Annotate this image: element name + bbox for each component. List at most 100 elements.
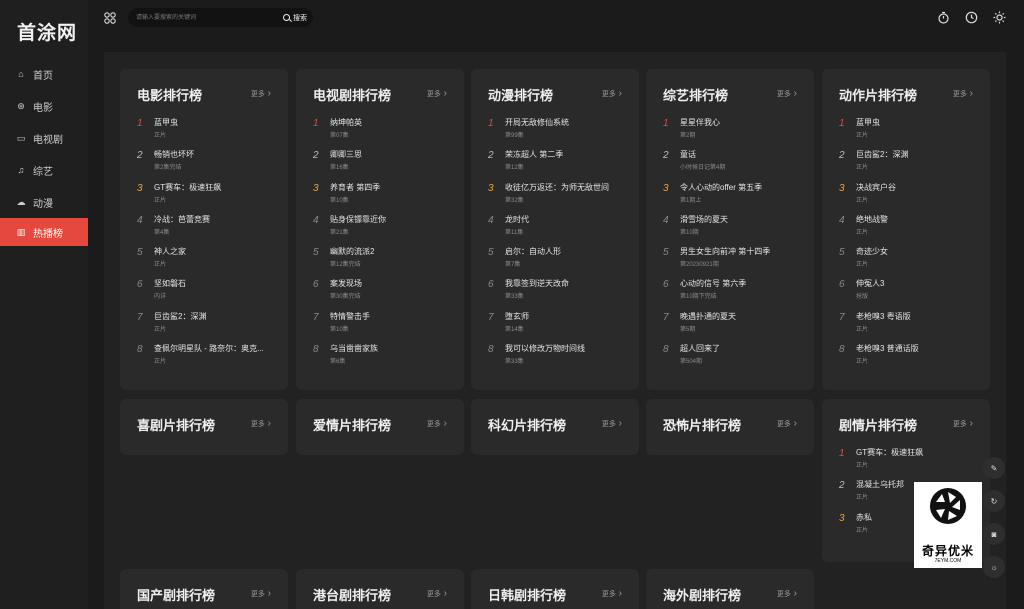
rank-item[interactable]: 7 晚遇扑通的夏天 第5期 [663, 311, 803, 343]
rank-subtitle: 第2期 [680, 133, 696, 139]
edit-icon[interactable]: ✎ [983, 457, 1005, 479]
rank-item[interactable]: 4 贴身保镖靠近你 第21集 [313, 214, 453, 246]
card-title: 科幻片排行榜 [488, 418, 567, 433]
history-clock-icon[interactable] [965, 11, 978, 24]
rank-item[interactable]: 8 我可以修改万物时间线 第33集 [488, 343, 628, 375]
rank-subtitle: 正片 [856, 197, 869, 204]
rank-item[interactable]: 1 星星伴我心 第2期 [663, 117, 803, 149]
rank-item[interactable]: 8 乌当凿凿家族 第6集 [313, 343, 453, 375]
rank-list: 1 纳坤帕英 第07集 2 卿卿三思 第16集 3 养育者 第四季 第10集 4 贴身保镖靠近你 第2… [313, 117, 453, 375]
sidebar-item-5[interactable]: ▥ 热播榜 [0, 218, 88, 246]
tv-icon: ▭ [16, 132, 26, 143]
more-link[interactable]: 更多 [777, 588, 797, 599]
rank-item[interactable]: 7 老枪嗅3 粤语版 正片 [839, 311, 979, 343]
rank-item[interactable]: 3 收徒亿万返还：为师无敌世间 第32集 [488, 182, 628, 214]
rank-item[interactable]: 4 龙时代 第11集 [488, 214, 628, 246]
rank-number: 3 [839, 512, 845, 524]
rank-number: 1 [839, 448, 845, 459]
more-link[interactable]: 更多 [427, 418, 447, 429]
rank-item[interactable]: 3 GT赛车：极速狂飙 正片 [137, 182, 277, 214]
rank-item[interactable]: 2 童话 小时候日记第4期 [663, 149, 803, 181]
more-link[interactable]: 更多 [251, 588, 271, 599]
rank-item[interactable]: 5 奇迹少女 正片 [839, 246, 979, 278]
more-link[interactable]: 更多 [777, 418, 797, 429]
rank-subtitle: 正片 [856, 262, 869, 269]
timer-icon[interactable] [937, 11, 950, 24]
rank-title: 案发现场 [330, 279, 362, 289]
more-link[interactable]: 更多 [602, 588, 622, 599]
rank-subtitle: 正片 [154, 133, 167, 139]
more-link[interactable]: 更多 [602, 88, 622, 99]
more-link[interactable]: 更多 [251, 88, 271, 99]
search-button[interactable]: 搜索 [283, 11, 307, 24]
apps-grid-icon[interactable] [104, 12, 116, 24]
rank-number: 3 [663, 182, 669, 194]
rank-item[interactable]: 1 蓝甲虫 正片 [839, 117, 979, 149]
search-input[interactable] [136, 11, 276, 24]
sidebar-item-1[interactable]: ⊛ 电影 [0, 90, 88, 122]
sidebar-item-label: 首页 [33, 70, 53, 82]
rank-item[interactable]: 6 我靠签到逆天改命 第33集 [488, 278, 628, 310]
sidebar-item-3[interactable]: ♫ 综艺 [0, 154, 88, 186]
sidebar-item-4[interactable]: ☁ 动漫 [0, 186, 88, 218]
rank-item[interactable]: 2 巨齿鲨2：深渊 正片 [839, 149, 979, 181]
rank-item[interactable]: 5 启尔：自动人形 第7集 [488, 246, 628, 278]
rank-item[interactable]: 8 老枪嗅3 普通话版 正片 [839, 343, 979, 375]
rank-item[interactable]: 6 伸冤人3 抢版 [839, 278, 979, 310]
rank-item[interactable]: 5 男生女生向前冲 第十四季 第20230921期 [663, 246, 803, 278]
sidebar-item-0[interactable]: ⌂ 首页 [0, 58, 88, 90]
refresh-icon[interactable]: ↻ [983, 490, 1005, 512]
rank-subtitle: 正片 [856, 165, 869, 172]
rank-item[interactable]: 2 畅销也坏坏 第2集完结 [137, 149, 277, 181]
rank-item[interactable]: 1 纳坤帕英 第07集 [313, 117, 453, 149]
rank-number: 6 [313, 279, 319, 291]
rank-item[interactable]: 3 养育者 第四季 第10集 [313, 182, 453, 214]
site-logo[interactable]: 首涂网 [17, 18, 77, 45]
rank-item[interactable]: 1 GT赛车：极速狂飙 正片 [839, 447, 979, 479]
rank-item[interactable]: 2 卿卿三思 第16集 [313, 149, 453, 181]
rank-item[interactable]: 7 特情警击手 第10集 [313, 311, 453, 343]
rank-item[interactable]: 8 超人回来了 第504期 [663, 343, 803, 375]
rank-title: 蓝甲虫 [154, 118, 178, 127]
rank-subtitle: 小时候日记第4期 [680, 165, 726, 172]
rank-item[interactable]: 3 令人心动的offer 第五季 第1期上 [663, 182, 803, 214]
more-link[interactable]: 更多 [953, 418, 973, 429]
rank-item[interactable]: 4 冷战：芭蕾竞赛 第4集 [137, 214, 277, 246]
card-title: 电视剧排行榜 [313, 88, 392, 103]
rank-subtitle: 正片 [856, 326, 869, 333]
rank-item[interactable]: 1 蓝甲虫 正片 [137, 117, 277, 149]
more-link[interactable]: 更多 [427, 588, 447, 599]
rank-subtitle: 正片 [856, 463, 869, 469]
lock-icon[interactable]: ◙ [983, 523, 1005, 545]
rank-item[interactable]: 5 幽默的流派2 第12集完结 [313, 246, 453, 278]
rank-item[interactable]: 7 堕玄师 第14集 [488, 311, 628, 343]
rank-subtitle: 第30集完结 [330, 294, 361, 301]
ranking-card: 电影排行榜更多1蓝甲虫正片2畅销也坏坏第2集完结3GT赛车：极速狂飙正片4冷战：… [120, 69, 288, 390]
theme-sun-icon[interactable] [993, 11, 1006, 24]
rank-title: 伸冤人3 [856, 279, 885, 289]
rank-item[interactable]: 6 坚如磐石 内详 [137, 278, 277, 310]
card-title: 日韩剧排行榜 [488, 588, 567, 603]
more-link[interactable]: 更多 [602, 418, 622, 429]
sidebar-item-2[interactable]: ▭ 电视剧 [0, 122, 88, 154]
more-link[interactable]: 更多 [777, 88, 797, 99]
brightness-icon[interactable]: ☼ [983, 556, 1005, 578]
rank-item[interactable]: 5 神人之家 正片 [137, 246, 277, 278]
rank-item[interactable]: 3 决战宾户谷 正片 [839, 182, 979, 214]
rank-item[interactable]: 4 滑雪场的夏天 第10期 [663, 214, 803, 246]
rank-subtitle: 第5期 [680, 326, 696, 333]
rank-item[interactable]: 7 巨齿鲨2：深渊 正片 [137, 311, 277, 343]
more-link[interactable]: 更多 [953, 88, 973, 99]
rank-number: 8 [137, 344, 143, 356]
rank-item[interactable]: 2 荣冻超人 第二季 第12集 [488, 149, 628, 181]
rank-item[interactable]: 4 绝地战警 正片 [839, 214, 979, 246]
card-title: 爱情片排行榜 [313, 418, 392, 433]
more-link[interactable]: 更多 [427, 88, 447, 99]
more-link[interactable]: 更多 [251, 418, 271, 429]
rank-item[interactable]: 6 心动的信号 第六季 第10期下完结 [663, 278, 803, 310]
rank-item[interactable]: 1 开局无敌修仙系统 第99集 [488, 117, 628, 149]
rank-number: 4 [663, 214, 669, 226]
rank-item[interactable]: 6 案发现场第30集完结 [313, 278, 453, 310]
rank-item[interactable]: 8 查佩尔明星队 - 路奈尔：奥克... 正片 [137, 343, 277, 375]
rank-number: 6 [137, 279, 143, 291]
